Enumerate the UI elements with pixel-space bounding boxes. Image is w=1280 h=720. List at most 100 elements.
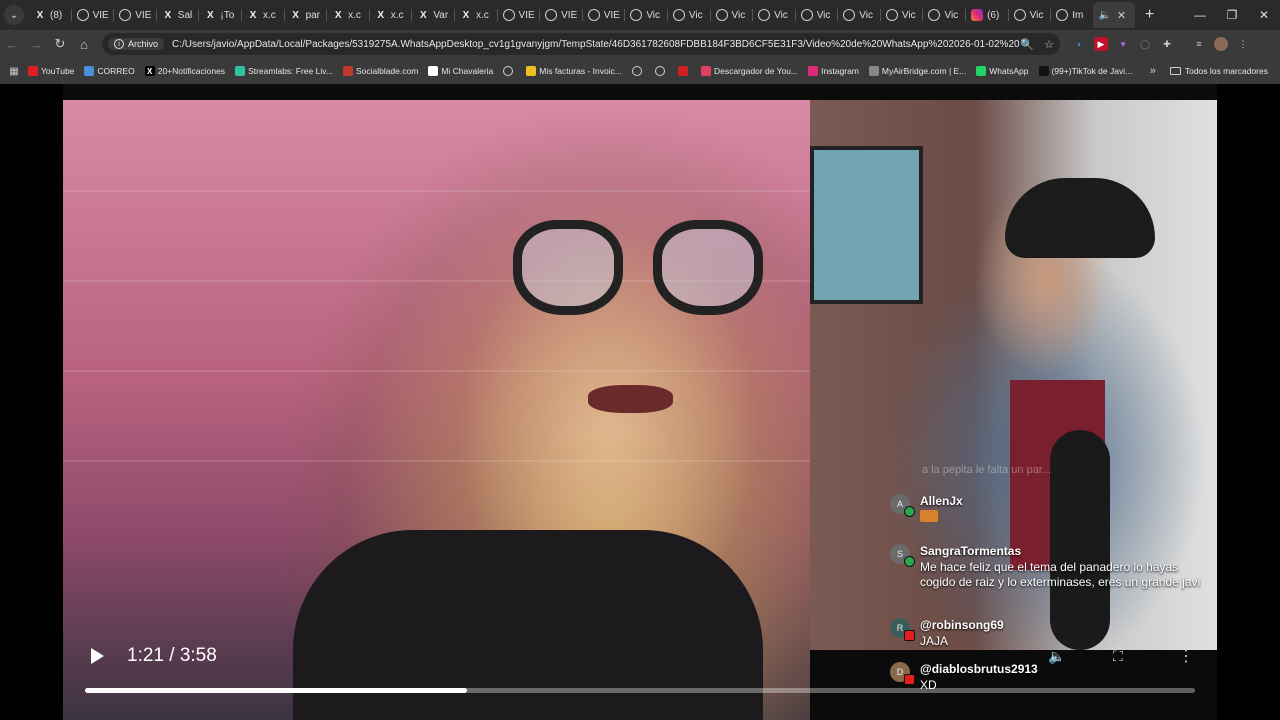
zoom-icon[interactable]: 🔍 (1020, 38, 1034, 51)
reload-button[interactable]: ↻ (48, 36, 72, 52)
tab-label: x.c (475, 9, 489, 21)
tab-item[interactable]: Vic (794, 2, 838, 28)
tab-label: x.c (348, 9, 361, 21)
tab-label: (6) (987, 9, 1000, 21)
bookmark-item[interactable]: MyAirBridge.com | E... (868, 66, 966, 76)
site-info-chip[interactable]: i Archivo (108, 38, 165, 50)
more-options-icon[interactable]: ⋮ (1178, 646, 1194, 666)
media-controls-icon[interactable]: ≡ (1192, 37, 1206, 51)
tab-item[interactable]: VIE (539, 2, 582, 28)
tab-close-icon[interactable]: ✕ (1117, 9, 1126, 22)
profile-avatar[interactable] (1214, 37, 1228, 51)
x-logo-icon: X (144, 66, 155, 76)
tab-label: Vic (1029, 9, 1044, 21)
x-logo-icon: X (207, 9, 214, 21)
bookmark-item[interactable] (677, 66, 691, 76)
bookmark-item[interactable]: Descargador de You... (700, 66, 798, 76)
tab-item[interactable]: X Var (411, 2, 454, 28)
back-button[interactable]: ← (0, 37, 24, 52)
bookmark-item[interactable]: (99+)TikTok de Javi... (1038, 66, 1132, 76)
bookmark-item[interactable]: Mi Chavaleria (428, 66, 493, 76)
bookmark-item[interactable] (631, 66, 645, 76)
play-button[interactable] (87, 646, 107, 666)
x-logo-icon: X (249, 9, 257, 21)
tab-item[interactable]: Vic (837, 2, 880, 28)
x-logo-icon: X (462, 9, 470, 21)
disabled-extension-icon[interactable]: ◯ (1138, 37, 1152, 51)
extension-icon[interactable]: ◗ (1072, 37, 1086, 51)
bookmarks-overflow-button[interactable]: » (1150, 65, 1156, 77)
bookmark-star-icon[interactable]: ☆ (1044, 38, 1054, 51)
bookmark-item[interactable]: X 20+Notificaciones (144, 66, 225, 76)
speaker-icon[interactable]: 🔈 (1099, 9, 1111, 21)
bookmark-item[interactable]: CORREO (84, 66, 135, 76)
tab-item[interactable]: X Sal (155, 2, 199, 28)
tab-label: Vic (688, 9, 703, 21)
tab-item[interactable]: X ¡To (198, 2, 241, 28)
close-window-button[interactable]: ✕ (1248, 8, 1280, 22)
globe-icon (843, 9, 856, 21)
minimize-button[interactable]: — (1184, 8, 1216, 22)
all-bookmarks-folder[interactable]: Todos los marcadores (1169, 66, 1268, 76)
globe-icon (654, 66, 665, 76)
tab-active[interactable]: 🔈 ✕ (1092, 2, 1135, 28)
url-text[interactable]: C:/Users/javio/AppData/Local/Packages/53… (172, 39, 1020, 50)
tab-item[interactable]: VIE (496, 2, 540, 28)
tab-label: VIE (92, 9, 109, 21)
bookmark-item[interactable]: Instagram (808, 66, 859, 76)
tab-item[interactable]: (6) (965, 2, 1008, 28)
tab-label: Vic (944, 9, 959, 21)
tab-item[interactable]: VIE (113, 2, 156, 28)
tab-item[interactable]: VIE (70, 2, 114, 28)
home-button[interactable]: ⌂ (72, 37, 96, 52)
bookmark-label: Mi Chavaleria (441, 66, 494, 76)
tab-item[interactable]: Vic (709, 2, 753, 28)
shield-extension-icon[interactable]: ♥ (1116, 37, 1130, 51)
youtube-icon (28, 66, 38, 76)
bookmark-item[interactable] (503, 66, 516, 76)
video-viewport[interactable]: a la pepita le falta un par... A AllenJx… (0, 84, 1280, 720)
bookmark-item[interactable]: Streamlabs: Free Liv... (235, 66, 333, 76)
tab-label: x.c (262, 9, 276, 21)
tab-item[interactable]: Vic (752, 2, 795, 28)
bookmark-item[interactable] (654, 66, 668, 76)
instagram-icon (808, 66, 819, 76)
bookmark-item[interactable]: WhatsApp (976, 66, 1029, 76)
tab-item[interactable]: Xx.c (326, 2, 369, 28)
tab-item[interactable]: Xx.c (368, 2, 412, 28)
fullscreen-icon[interactable]: ⛶ (1113, 648, 1123, 665)
tab-item[interactable]: Xx.c (453, 2, 497, 28)
forward-button[interactable]: → (24, 37, 48, 52)
new-tab-button[interactable]: + (1145, 6, 1154, 24)
tab-item[interactable]: Vic (624, 2, 667, 28)
tab-item[interactable]: Xx.c (240, 2, 284, 28)
tab-item[interactable]: X (8) (28, 2, 71, 28)
tab-search-button[interactable]: ⌄ (4, 5, 24, 25)
tab-item[interactable]: Vic (879, 2, 923, 28)
globe-icon (587, 9, 600, 21)
extensions-puzzle-icon[interactable]: ✚ (1160, 37, 1174, 51)
tab-label: Vic (731, 9, 746, 21)
tab-label: Vic (816, 9, 831, 21)
youtube-extension-icon[interactable]: ▶ (1094, 37, 1108, 51)
bookmark-item[interactable]: YouTube (28, 66, 74, 76)
x-logo-icon: X (420, 9, 427, 21)
bookmark-item[interactable]: Mis facturas - Invoic... (526, 66, 622, 76)
tab-item[interactable]: Vic (666, 2, 710, 28)
restore-button[interactable]: ❐ (1216, 8, 1248, 22)
download-icon (700, 66, 711, 76)
tab-item[interactable]: Im (1050, 2, 1093, 28)
apps-grid-icon[interactable]: ▦ (0, 66, 28, 77)
bookmark-item[interactable]: Socialblade.com (342, 66, 418, 76)
menu-icon[interactable]: ⋮ (1236, 37, 1250, 51)
progress-bar[interactable] (85, 688, 1195, 693)
tab-item[interactable]: Xpar (283, 2, 327, 28)
volume-icon[interactable]: 🔈 (1048, 648, 1065, 665)
mail-icon (84, 66, 95, 76)
globe-icon (76, 9, 89, 21)
tab-item[interactable]: Vic (922, 2, 965, 28)
tab-item[interactable]: VIE (581, 2, 625, 28)
address-bar[interactable]: i Archivo C:/Users/javio/AppData/Local/P… (102, 33, 1060, 55)
tab-item[interactable]: Vic (1007, 2, 1051, 28)
globe-icon (1056, 9, 1069, 21)
